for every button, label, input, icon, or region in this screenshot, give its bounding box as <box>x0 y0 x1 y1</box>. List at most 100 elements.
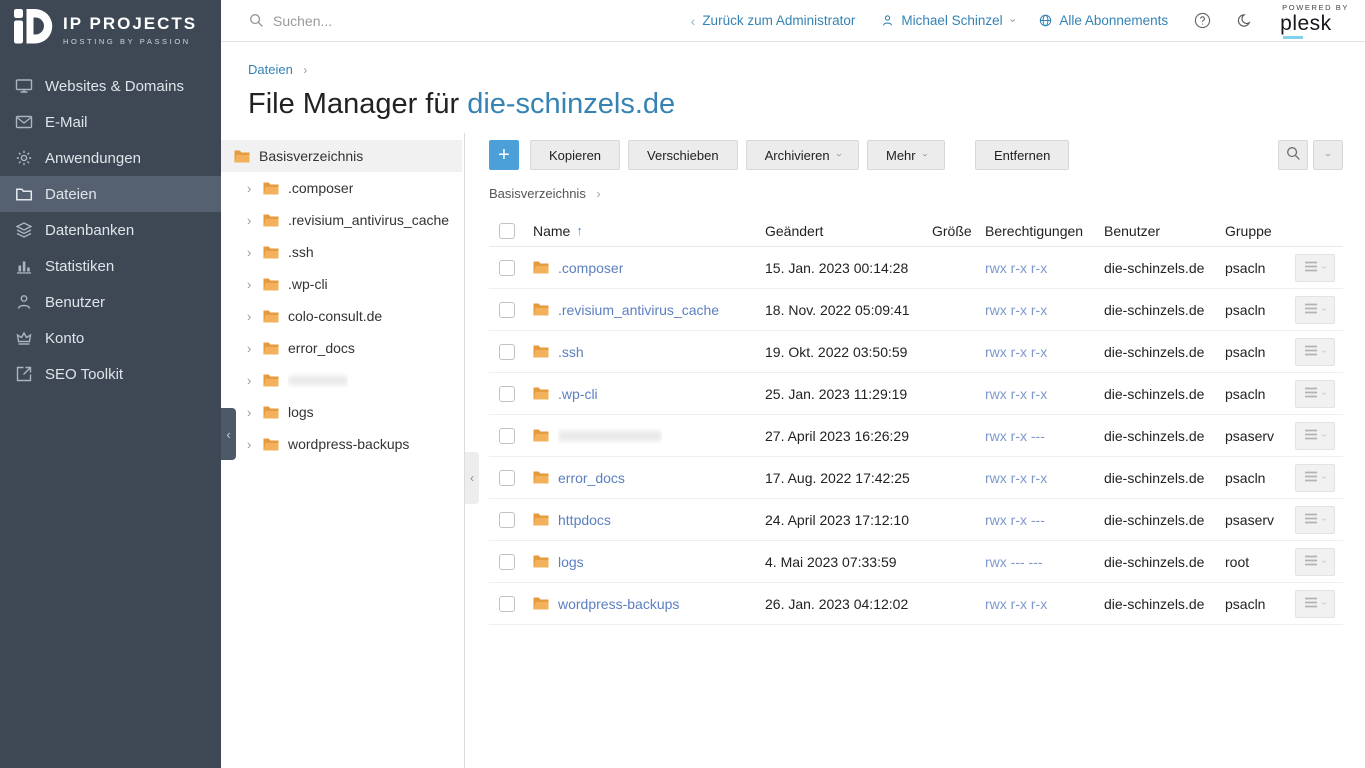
plesk-logo[interactable]: POWERED BY plesk <box>1280 3 1349 39</box>
chevron-right-icon[interactable]: › <box>247 245 263 260</box>
tree-item[interactable]: › error_docs <box>221 332 464 364</box>
permissions-link[interactable]: rwx r-x r-x <box>985 386 1047 402</box>
sidebar-item-e-mail[interactable]: E-Mail <box>0 104 221 140</box>
file-name-link[interactable]: .wp-cli <box>558 386 598 402</box>
row-checkbox[interactable] <box>499 302 515 318</box>
row-checkbox[interactable] <box>499 344 515 360</box>
user-menu[interactable]: Michael Schinzel › <box>881 13 1013 28</box>
modified-date: 27. April 2023 16:26:29 <box>765 428 932 444</box>
permissions-link[interactable]: rwx r-x r-x <box>985 470 1047 486</box>
select-all-checkbox[interactable] <box>499 223 515 239</box>
table-settings-dropdown-button[interactable]: › <box>1313 140 1343 170</box>
chevron-right-icon[interactable]: › <box>247 405 263 420</box>
tree-item[interactable]: › .wp-cli <box>221 268 464 300</box>
permissions-link[interactable]: rwx r-x --- <box>985 428 1045 444</box>
file-name-link[interactable]: .ssh <box>558 344 584 360</box>
kopieren-button[interactable]: Kopieren <box>530 140 620 170</box>
file-name-link[interactable]: .composer <box>558 260 623 276</box>
sidebar-item-konto[interactable]: Konto <box>0 320 221 356</box>
column-header-group[interactable]: Gruppe <box>1225 223 1295 239</box>
mehr-button[interactable]: Mehr› <box>867 140 945 170</box>
table-search-button[interactable] <box>1278 140 1308 170</box>
row-checkbox[interactable] <box>499 554 515 570</box>
sidebar-item-datenbanken[interactable]: Datenbanken <box>0 212 221 248</box>
archivieren-button[interactable]: Archivieren› <box>746 140 859 170</box>
row-actions-button[interactable]: › <box>1295 464 1335 492</box>
tree-item[interactable]: › wordpress-backups <box>221 428 464 460</box>
file-name-link[interactable] <box>558 428 662 444</box>
chevron-right-icon[interactable]: › <box>247 213 263 228</box>
chevron-right-icon[interactable]: › <box>247 309 263 324</box>
file-name-link[interactable]: httpdocs <box>558 512 611 528</box>
sidebar-item-benutzer[interactable]: Benutzer <box>0 284 221 320</box>
column-header-permissions[interactable]: Berechtigungen <box>985 223 1104 239</box>
row-actions-button[interactable]: › <box>1295 590 1335 618</box>
row-checkbox[interactable] <box>499 512 515 528</box>
tree-item[interactable]: › .ssh <box>221 236 464 268</box>
tree-collapse-handle[interactable]: ‹ <box>465 452 479 504</box>
sidebar-item-websites-domains[interactable]: Websites & Domains <box>0 68 221 104</box>
back-to-admin-link[interactable]: ‹ Zurück zum Administrator <box>691 13 856 29</box>
dark-mode-moon-icon[interactable] <box>1237 13 1252 28</box>
sidebar-item-dateien[interactable]: Dateien <box>0 176 221 212</box>
tree-item[interactable]: › colo-consult.de <box>221 300 464 332</box>
chevron-right-icon[interactable]: › <box>247 277 263 292</box>
domain-link[interactable]: die-schinzels.de <box>467 88 675 120</box>
row-actions-button[interactable]: › <box>1295 338 1335 366</box>
file-name-link[interactable]: .revisium_antivirus_cache <box>558 302 719 318</box>
row-actions-button[interactable]: › <box>1295 254 1335 282</box>
permissions-link[interactable]: rwx r-x r-x <box>985 596 1047 612</box>
verschieben-button[interactable]: Verschieben <box>628 140 738 170</box>
tree-item[interactable]: › .revisium_antivirus_cache <box>221 204 464 236</box>
sidebar-item-statistiken[interactable]: Statistiken <box>0 248 221 284</box>
table-row: .wp-cli 25. Jan. 2023 11:29:19 rwx r-x r… <box>489 373 1343 415</box>
row-checkbox[interactable] <box>499 260 515 276</box>
chevron-right-icon[interactable]: › <box>247 373 263 388</box>
permissions-link[interactable]: rwx --- --- <box>985 554 1043 570</box>
sidebar-item-label: Benutzer <box>45 294 105 311</box>
chevron-right-icon[interactable]: › <box>247 181 263 196</box>
sidebar-collapse-handle[interactable]: ‹ <box>221 408 236 460</box>
sidebar-item-seo-toolkit[interactable]: SEO Toolkit <box>0 356 221 392</box>
sidebar: IP PROJECTS HOSTING BY PASSION Websites … <box>0 0 221 768</box>
file-name-link[interactable]: error_docs <box>558 470 625 486</box>
globe-icon <box>1039 14 1052 27</box>
breadcrumb[interactable]: Dateien <box>248 62 293 77</box>
column-header-user[interactable]: Benutzer <box>1104 223 1225 239</box>
user-icon <box>15 293 33 311</box>
column-header-modified[interactable]: Geändert <box>765 223 932 239</box>
search-input[interactable] <box>273 13 533 29</box>
permissions-link[interactable]: rwx r-x r-x <box>985 344 1047 360</box>
chevron-right-icon[interactable]: › <box>247 437 263 452</box>
permissions-link[interactable]: rwx r-x r-x <box>985 302 1047 318</box>
all-subscriptions-link[interactable]: Alle Abonnements <box>1039 13 1168 28</box>
row-checkbox[interactable] <box>499 470 515 486</box>
column-header-name[interactable]: Name↑ <box>533 223 765 239</box>
help-icon[interactable] <box>1194 12 1211 29</box>
entfernen-button[interactable]: Entfernen <box>975 140 1069 170</box>
permissions-link[interactable]: rwx r-x r-x <box>985 260 1047 276</box>
file-name-link[interactable]: logs <box>558 554 584 570</box>
row-checkbox[interactable] <box>499 596 515 612</box>
row-actions-button[interactable]: › <box>1295 380 1335 408</box>
tree-root-item[interactable]: Basisverzeichnis <box>221 140 462 172</box>
tree-item[interactable]: › .composer <box>221 172 464 204</box>
chevron-right-icon[interactable]: › <box>247 341 263 356</box>
brand-logo[interactable]: IP PROJECTS HOSTING BY PASSION <box>0 0 221 60</box>
tree-item[interactable]: › logs <box>221 396 464 428</box>
add-button[interactable]: + <box>489 140 519 170</box>
permissions-link[interactable]: rwx r-x --- <box>985 512 1045 528</box>
column-header-size[interactable]: Größe <box>932 223 985 239</box>
tree-item[interactable]: › <box>221 364 464 396</box>
folder-icon <box>15 185 33 203</box>
row-actions-button[interactable]: › <box>1295 548 1335 576</box>
file-name-link[interactable]: wordpress-backups <box>558 596 679 612</box>
row-checkbox[interactable] <box>499 386 515 402</box>
row-checkbox[interactable] <box>499 428 515 444</box>
row-actions-button[interactable]: › <box>1295 296 1335 324</box>
row-actions-button[interactable]: › <box>1295 506 1335 534</box>
table-row: .revisium_antivirus_cache 18. Nov. 2022 … <box>489 289 1343 331</box>
path-breadcrumb[interactable]: Basisverzeichnis <box>489 186 586 201</box>
sidebar-item-anwendungen[interactable]: Anwendungen <box>0 140 221 176</box>
row-actions-button[interactable]: › <box>1295 422 1335 450</box>
